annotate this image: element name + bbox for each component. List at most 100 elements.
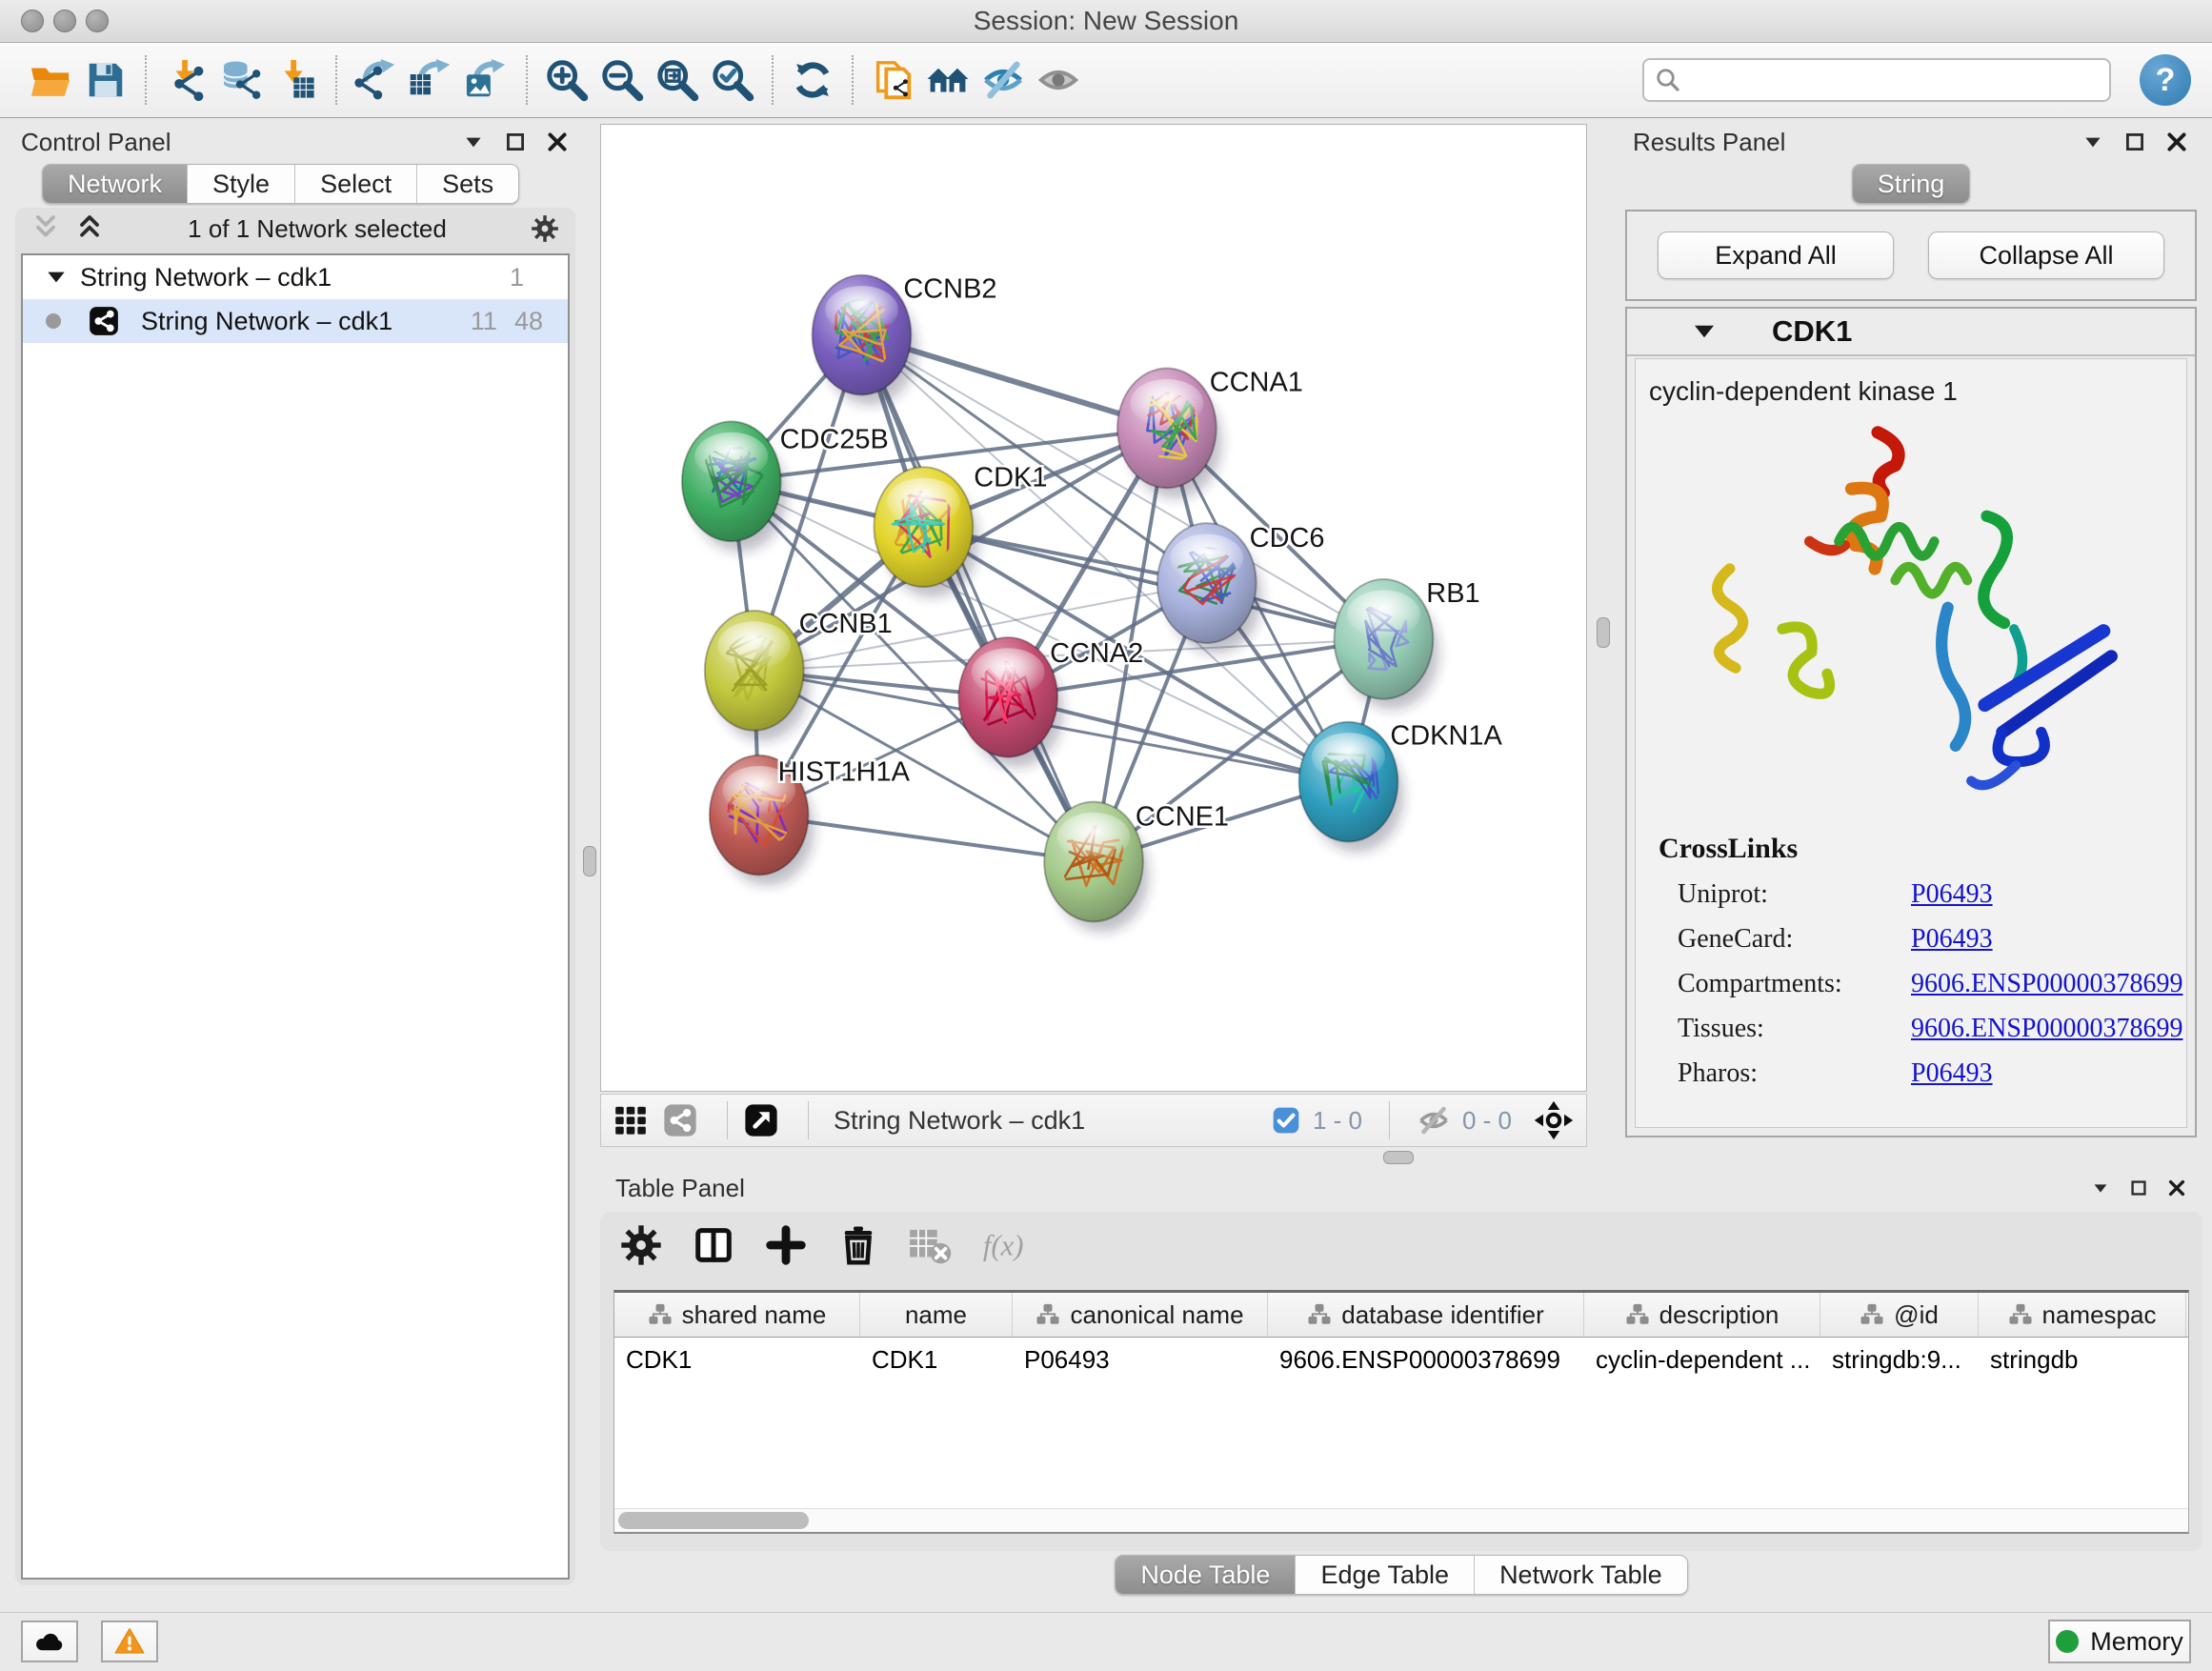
crosslink-link[interactable]: 9606.ENSP00000378699	[1911, 969, 2182, 999]
table-cell[interactable]: CDK1	[614, 1338, 860, 1381]
zoom-selected-button[interactable]	[705, 51, 760, 109]
expand-all-button[interactable]: Expand All	[1658, 232, 1894, 279]
column-settings-button[interactable]	[619, 1223, 663, 1267]
column-header-shared-name[interactable]: shared name	[614, 1293, 860, 1337]
tab-style[interactable]: Style	[188, 165, 295, 203]
node-CCNB1[interactable]: CCNB1	[705, 609, 893, 741]
open-file-button[interactable]	[23, 51, 78, 109]
column-header-@id[interactable]: @id	[1820, 1293, 1979, 1337]
panel-menu-icon[interactable]	[461, 130, 486, 154]
show-all-button[interactable]	[1031, 51, 1086, 109]
help-button[interactable]: ?	[2140, 54, 2191, 106]
left-splitter-handle[interactable]	[583, 846, 596, 876]
crosslink-link[interactable]: P06493	[1911, 879, 1993, 910]
table-cell[interactable]: cyclin-dependent ...	[1584, 1338, 1820, 1381]
collapse-entry-icon[interactable]	[1690, 317, 1719, 346]
tab-sets[interactable]: Sets	[417, 165, 518, 203]
string-network-graph[interactable]: CCNB2 CCNA1 CDC25BCDK1 CDC6RB1 CCNB1 CCNA2 CDK…	[601, 125, 1586, 1091]
table-cell[interactable]: stringdb	[1979, 1338, 2186, 1381]
right-splitter-handle[interactable]	[1597, 617, 1610, 648]
panel-menu-icon[interactable]	[2081, 130, 2105, 154]
panel-close-icon[interactable]	[2164, 130, 2189, 154]
selected-checkbox-icon[interactable]	[1271, 1105, 1301, 1136]
tab-string[interactable]: String	[1853, 165, 1970, 203]
scrollbar-thumb[interactable]	[618, 1512, 809, 1529]
panel-close-icon[interactable]	[545, 130, 570, 154]
create-column-button[interactable]	[764, 1223, 808, 1267]
column-header-description[interactable]: description	[1584, 1293, 1820, 1337]
birdseye-icon[interactable]	[1533, 1099, 1575, 1141]
table-cell[interactable]: stringdb:9...	[1820, 1338, 1979, 1381]
export-image-button[interactable]	[459, 51, 514, 109]
first-neighbors-button[interactable]	[920, 51, 975, 109]
network-share-button[interactable]	[662, 1102, 698, 1138]
warnings-button[interactable]	[101, 1621, 158, 1662]
open-in-window-button[interactable]	[743, 1102, 779, 1138]
panel-menu-icon[interactable]	[2090, 1178, 2111, 1198]
tab-network-table[interactable]: Network Table	[1475, 1556, 1687, 1594]
node-HIST1H1A[interactable]: HIST1H1A	[710, 755, 911, 886]
bottom-splitter-handle[interactable]	[1383, 1151, 1414, 1164]
network-row-selected[interactable]: String Network – cdk1 11 48	[23, 299, 568, 343]
update-view-button[interactable]	[785, 51, 840, 109]
node-CDC6[interactable]: CDC6	[1157, 523, 1325, 654]
table-cell[interactable]: P06493	[1013, 1338, 1268, 1381]
entry-header[interactable]: CDK1	[1627, 309, 2195, 356]
app-store-button[interactable]	[21, 1621, 78, 1662]
memory-button[interactable]: Memory	[2048, 1620, 2191, 1663]
gear-icon[interactable]	[530, 213, 560, 244]
search-input[interactable]	[1642, 58, 2111, 102]
table-cell[interactable]: CDK1	[860, 1338, 1013, 1381]
function-builder-button: f(x)	[981, 1223, 1025, 1267]
show-columns-button[interactable]	[692, 1223, 735, 1267]
crosslink-link[interactable]: P06493	[1911, 924, 1993, 955]
hide-selected-button[interactable]	[975, 51, 1031, 109]
node-CCNA2[interactable]: CCNA2	[958, 637, 1143, 768]
tab-edge-table[interactable]: Edge Table	[1296, 1556, 1475, 1594]
collapse-all-button[interactable]: Collapse All	[1928, 232, 2164, 279]
panel-float-icon[interactable]	[2122, 130, 2147, 154]
crosslink-link[interactable]: P06493	[1911, 1058, 1993, 1089]
column-header-canonical-name[interactable]: canonical name	[1013, 1293, 1268, 1337]
import-network-database-button[interactable]	[213, 51, 269, 109]
node-CCNA1[interactable]: CCNA1	[1117, 367, 1303, 498]
tab-select[interactable]: Select	[295, 165, 417, 203]
node-CCNE1[interactable]: CCNE1	[1044, 802, 1229, 933]
import-network-file-button[interactable]	[158, 51, 213, 109]
panel-float-icon[interactable]	[503, 130, 528, 154]
tab-node-table[interactable]: Node Table	[1116, 1556, 1296, 1594]
node-RB1[interactable]: RB1	[1335, 578, 1480, 710]
export-table-button[interactable]	[404, 51, 459, 109]
column-header-database-identifier[interactable]: database identifier	[1268, 1293, 1584, 1337]
zoom-fit-button[interactable]	[650, 51, 705, 109]
panel-close-icon[interactable]	[2166, 1178, 2187, 1198]
save-session-button[interactable]	[78, 51, 133, 109]
network-view-canvas[interactable]: CCNB2 CCNA1 CDC25BCDK1 CDC6RB1 CCNB1 CCNA2 CDK…	[600, 124, 1587, 1092]
clone-network-button[interactable]	[865, 51, 920, 109]
node-CDK1[interactable]: CDK1	[874, 462, 1047, 597]
table-row[interactable]: CDK1CDK1P064939606.ENSP00000378699cyclin…	[614, 1338, 2188, 1381]
zoom-in-button[interactable]	[539, 51, 594, 109]
table-horizontal-scrollbar[interactable]	[614, 1508, 2188, 1532]
tab-network[interactable]: Network	[43, 165, 188, 203]
node-CDC25B[interactable]: CDC25B	[682, 421, 889, 552]
expander-icon[interactable]	[44, 265, 69, 290]
zoom-out-button[interactable]	[594, 51, 650, 109]
crosslink-link[interactable]: 9606.ENSP00000378699	[1911, 1014, 2182, 1044]
column-header-namespac[interactable]: namespac	[1979, 1293, 2186, 1337]
import-table-file-button[interactable]	[269, 51, 324, 109]
delete-column-button[interactable]	[836, 1223, 880, 1267]
table-cell[interactable]: 9606.ENSP00000378699	[1268, 1338, 1584, 1381]
export-network-button[interactable]	[349, 51, 404, 109]
hidden-eye-icon[interactable]	[1417, 1103, 1451, 1137]
network-collection-row[interactable]: String Network – cdk1 1	[23, 255, 568, 299]
column-header-name[interactable]: name	[860, 1293, 1013, 1337]
grid-view-button[interactable]	[613, 1102, 649, 1138]
grid-icon	[613, 1102, 649, 1138]
collapse-all-icon[interactable]	[30, 213, 61, 244]
node-CCNB2[interactable]: CCNB2	[813, 274, 997, 406]
node-CDKN1A[interactable]: CDKN1A	[1299, 721, 1503, 853]
search-field[interactable]	[1682, 60, 2109, 100]
expand-all-icon[interactable]	[74, 213, 105, 244]
panel-float-icon[interactable]	[2128, 1178, 2149, 1198]
